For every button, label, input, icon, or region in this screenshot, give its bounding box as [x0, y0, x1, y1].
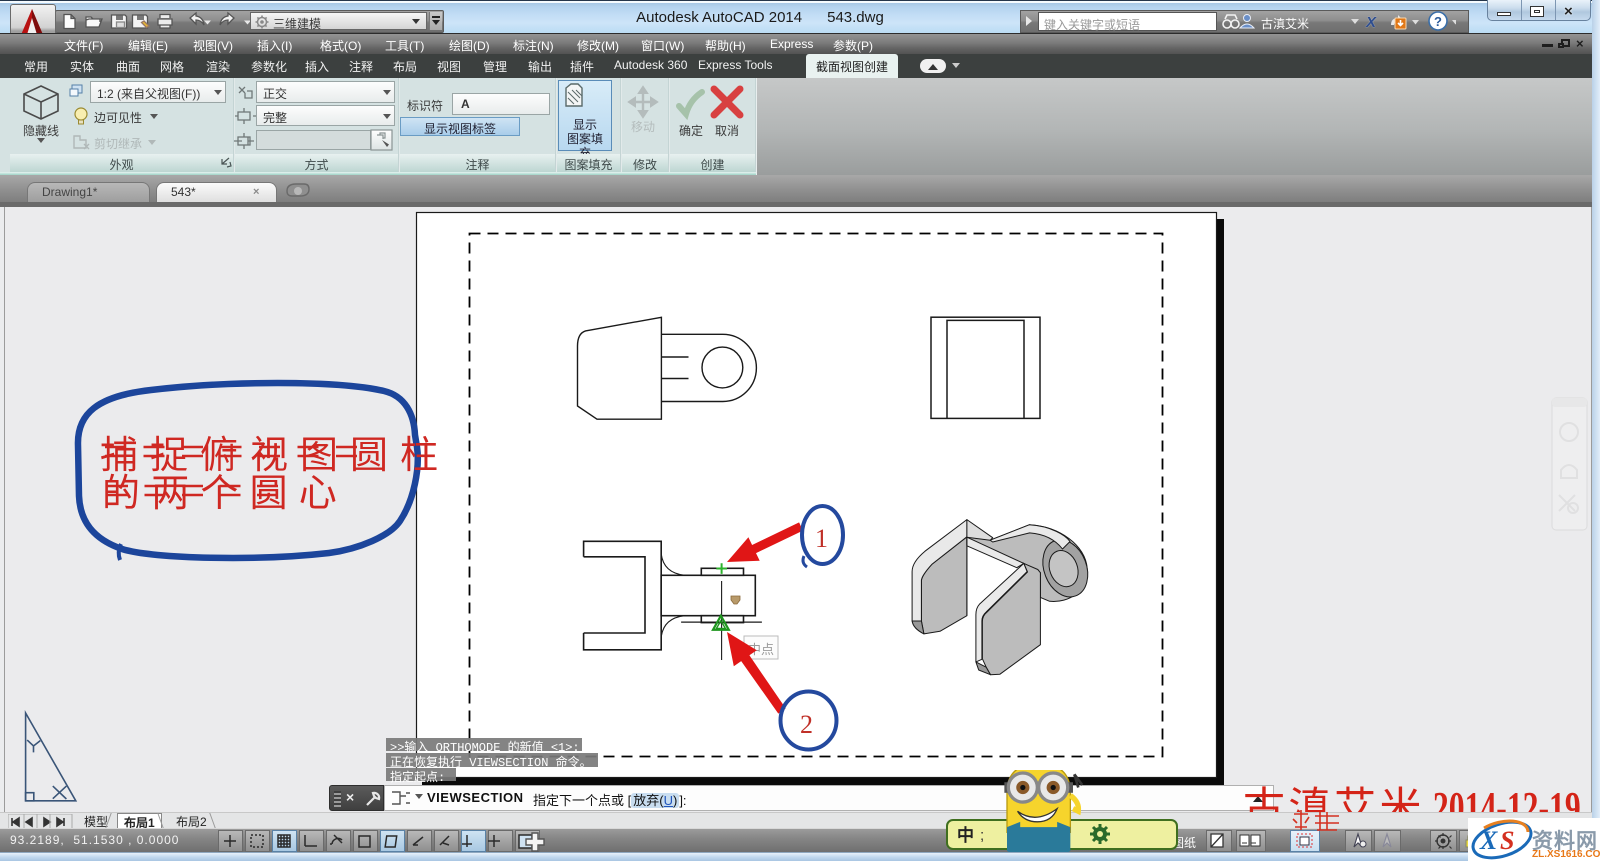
svg-text:2: 2 — [800, 710, 813, 739]
svg-text:1: 1 — [815, 524, 828, 553]
svg-text:捕捉俯视图圆柱: 捕捉俯视图圆柱 — [100, 435, 450, 477]
svg-text:中: 中 — [957, 825, 974, 845]
svg-text:X: X — [1479, 826, 1498, 855]
svg-text:ZL.XS1616.COM: ZL.XS1616.COM — [1532, 849, 1600, 860]
svg-text:;: ; — [980, 827, 984, 844]
svg-text:?: ? — [1434, 14, 1442, 29]
svg-text:的两个圆心: 的两个圆心 — [102, 473, 348, 515]
svg-text:S: S — [1500, 826, 1514, 855]
